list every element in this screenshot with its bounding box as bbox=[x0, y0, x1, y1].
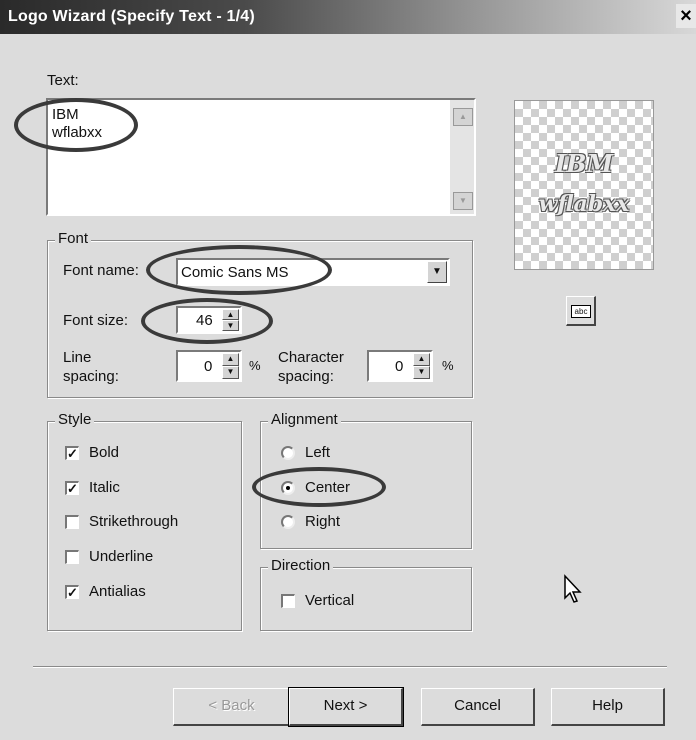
line-spacing-unit: % bbox=[249, 358, 261, 373]
char-spacing-label: Character spacing: bbox=[278, 349, 344, 385]
preview-line-2: wflabxx bbox=[538, 191, 630, 217]
font-size-spin[interactable]: ▲ ▼ bbox=[222, 309, 239, 331]
line-spacing-label: Line spacing: bbox=[63, 349, 119, 385]
spin-up-icon[interactable]: ▲ bbox=[222, 309, 239, 320]
text-input[interactable]: IBM wflabxx ▲ ▼ bbox=[46, 98, 476, 216]
direction-group-title: Direction bbox=[268, 557, 334, 574]
char-spacing-unit: % bbox=[442, 358, 454, 373]
window-title: Logo Wizard (Specify Text - 1/4) bbox=[8, 8, 255, 25]
line-spacing-stepper[interactable]: 0 ▲ ▼ bbox=[176, 350, 242, 382]
radio-button[interactable] bbox=[281, 515, 295, 529]
help-button[interactable]: Help bbox=[551, 688, 665, 726]
chevron-down-icon[interactable]: ▼ bbox=[427, 261, 447, 283]
font-group-title: Font bbox=[55, 230, 92, 247]
edit-text-button[interactable]: abc bbox=[566, 296, 596, 326]
checkbox-box[interactable] bbox=[65, 550, 79, 564]
font-name-dropdown[interactable]: Comic Sans MS ▼ bbox=[176, 258, 450, 286]
font-size-stepper[interactable]: 46 ▲ ▼ bbox=[176, 306, 242, 334]
text-line-1: IBM bbox=[52, 106, 79, 123]
checkbox-box[interactable]: ✓ bbox=[65, 585, 79, 599]
char-spacing-value: 0 bbox=[395, 358, 404, 375]
logo-preview: IBM wflabxx bbox=[514, 100, 654, 270]
style-group-title: Style bbox=[55, 411, 95, 428]
char-spacing-spin[interactable]: ▲ ▼ bbox=[413, 353, 430, 379]
char-spacing-stepper[interactable]: 0 ▲ ▼ bbox=[367, 350, 433, 382]
line-spacing-value: 0 bbox=[204, 358, 213, 375]
font-name-value: Comic Sans MS bbox=[181, 264, 289, 281]
text-scrollbar[interactable]: ▲ ▼ bbox=[450, 100, 474, 214]
font-size-value: 46 bbox=[196, 312, 213, 329]
scroll-down-arrow-icon[interactable]: ▼ bbox=[453, 192, 473, 210]
mouse-pointer-icon bbox=[564, 574, 582, 603]
alignment-group-title: Alignment bbox=[268, 411, 341, 428]
radio-button[interactable] bbox=[281, 446, 295, 460]
spin-down-icon[interactable]: ▼ bbox=[222, 366, 239, 379]
text-line-2: wflabxx bbox=[52, 124, 103, 141]
separator bbox=[33, 666, 667, 668]
cancel-button[interactable]: Cancel bbox=[421, 688, 535, 726]
back-button[interactable]: < Back bbox=[173, 688, 291, 726]
abc-icon: abc bbox=[571, 305, 591, 318]
scroll-up-arrow-icon[interactable]: ▲ bbox=[453, 108, 473, 126]
checkbox-box[interactable] bbox=[65, 515, 79, 529]
next-button[interactable]: Next > bbox=[288, 687, 404, 727]
radio-button[interactable] bbox=[281, 481, 295, 495]
checkbox-box[interactable]: ✓ bbox=[65, 481, 79, 495]
line-spacing-spin[interactable]: ▲ ▼ bbox=[222, 353, 239, 379]
font-size-label: Font size: bbox=[63, 312, 129, 329]
text-label: Text: bbox=[47, 72, 79, 89]
spin-down-icon[interactable]: ▼ bbox=[222, 320, 239, 331]
checkbox-box[interactable]: ✓ bbox=[65, 446, 79, 460]
preview-line-1: IBM bbox=[554, 149, 614, 178]
font-name-label: Font name: bbox=[63, 262, 139, 279]
spin-up-icon[interactable]: ▲ bbox=[222, 353, 239, 366]
checkbox-box[interactable] bbox=[281, 594, 295, 608]
spin-down-icon[interactable]: ▼ bbox=[413, 366, 430, 379]
spin-up-icon[interactable]: ▲ bbox=[413, 353, 430, 366]
close-icon[interactable]: × bbox=[676, 4, 696, 28]
